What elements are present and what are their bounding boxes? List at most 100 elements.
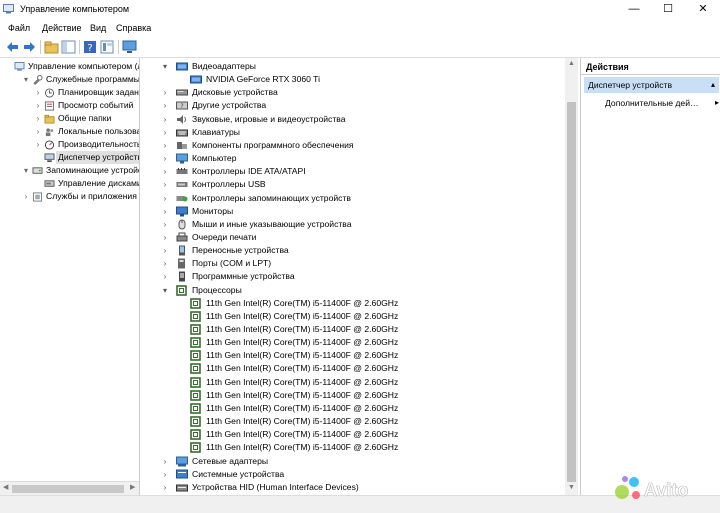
expand-arrow-icon[interactable]: ›	[160, 152, 170, 165]
maximize-button[interactable]: ☐	[651, 0, 685, 19]
scroll-down-arrow-icon[interactable]: ▼	[568, 484, 575, 491]
collapse-arrow-icon[interactable]: ▾	[160, 60, 170, 73]
device-category-row[interactable]: ›? Другие устройства	[160, 99, 550, 112]
device-category-row[interactable]: › Контроллеры IDE ATA/ATAPI	[160, 165, 550, 178]
expand-arrow-icon[interactable]: ›	[160, 468, 170, 481]
expand-arrow-icon[interactable]: ›	[160, 86, 170, 99]
expand-arrow-icon[interactable]: ›	[22, 190, 30, 203]
device-row[interactable]: 11th Gen Intel(R) Core(TM) i5-11400F @ 2…	[174, 297, 564, 310]
expand-arrow-icon[interactable]: ›	[160, 244, 170, 257]
expand-arrow-icon[interactable]: ›	[160, 481, 170, 494]
monitor-icon[interactable]	[122, 40, 137, 54]
collapse-arrow-icon[interactable]: ▾	[160, 284, 170, 297]
device-category-row[interactable]: › Очереди печати	[160, 231, 550, 244]
device-category-row[interactable]: › Устройства HID (Human Interface Devices…	[160, 481, 550, 494]
device-row[interactable]: 11th Gen Intel(R) Core(TM) i5-11400F @ 2…	[174, 402, 564, 415]
expand-arrow-icon[interactable]: ›	[160, 126, 170, 139]
menu-help[interactable]: Справка	[116, 23, 151, 33]
expand-arrow-icon[interactable]: ›	[160, 231, 170, 244]
menu-file[interactable]: Файл	[8, 23, 30, 33]
device-row[interactable]: 11th Gen Intel(R) Core(TM) i5-11400F @ 2…	[174, 441, 564, 454]
device-row[interactable]: 11th Gen Intel(R) Core(TM) i5-11400F @ 2…	[174, 349, 564, 362]
device-category-row[interactable]: ▾ Процессоры	[160, 284, 550, 297]
vertical-scrollbar[interactable]: ▲ ▼	[565, 58, 578, 495]
device-category-row[interactable]: ▾ Видеоадаптеры	[160, 60, 550, 73]
horizontal-scrollbar[interactable]: ◀ ▶	[0, 481, 139, 495]
device-row[interactable]: NVIDIA GeForce RTX 3060 Ti	[174, 73, 564, 86]
expand-arrow-icon[interactable]: ›	[160, 218, 170, 231]
device-category-row[interactable]: › Сетевые адаптеры	[160, 455, 550, 468]
device-row[interactable]: 11th Gen Intel(R) Core(TM) i5-11400F @ 2…	[174, 336, 564, 349]
help-icon[interactable]: ?	[83, 40, 98, 54]
nav-tree-item[interactable]: ▾ Служебные программы	[22, 73, 139, 86]
nav-tree-item[interactable]: Управление компьютером (л	[4, 60, 139, 73]
back-arrow-icon[interactable]	[5, 40, 20, 54]
device-category-row[interactable]: › Контроллеры запоминающих устройств	[160, 192, 550, 205]
nav-tree-item[interactable]: › Локальные пользовате	[34, 125, 139, 138]
nav-tree-item[interactable]: Диспетчер устройств	[34, 151, 139, 164]
menu-action[interactable]: Действие	[42, 23, 82, 33]
expand-arrow-icon[interactable]: ›	[160, 205, 170, 218]
up-folder-icon[interactable]	[44, 40, 59, 54]
expand-arrow-icon[interactable]: ›	[160, 99, 170, 112]
expand-arrow-icon[interactable]: ›	[34, 86, 42, 99]
nav-tree-item[interactable]: › Производительность	[34, 138, 139, 151]
forward-arrow-icon[interactable]	[22, 40, 37, 54]
expand-arrow-icon[interactable]: ›	[34, 138, 42, 151]
scroll-right-arrow-icon[interactable]: ▶	[130, 483, 135, 491]
display-adapter-icon	[190, 75, 202, 84]
device-category-row[interactable]: › Системные устройства	[160, 468, 550, 481]
show-tree-icon[interactable]	[61, 40, 76, 54]
collapse-arrow-icon[interactable]: ▾	[22, 73, 30, 86]
expand-arrow-icon[interactable]: ›	[160, 178, 170, 191]
expand-arrow-icon[interactable]: ›	[160, 270, 170, 283]
device-row[interactable]: 11th Gen Intel(R) Core(TM) i5-11400F @ 2…	[174, 415, 564, 428]
expand-arrow-icon[interactable]: ›	[34, 99, 42, 112]
device-category-row[interactable]: › Клавиатуры	[160, 126, 550, 139]
expand-arrow-icon[interactable]: ›	[160, 257, 170, 270]
device-category-row[interactable]: › Порты (COM и LPT)	[160, 257, 550, 270]
expand-arrow-icon[interactable]: ›	[34, 125, 42, 138]
device-row[interactable]: 11th Gen Intel(R) Core(TM) i5-11400F @ 2…	[174, 362, 564, 375]
device-category-row[interactable]: › Компьютер	[160, 152, 550, 165]
device-row[interactable]: 11th Gen Intel(R) Core(TM) i5-11400F @ 2…	[174, 323, 564, 336]
mouse-icon	[178, 219, 186, 230]
device-row[interactable]: 11th Gen Intel(R) Core(TM) i5-11400F @ 2…	[174, 376, 564, 389]
expand-arrow-icon[interactable]: ›	[160, 113, 170, 126]
actions-section-device-manager[interactable]: Диспетчер устройств ▴	[584, 77, 719, 93]
nav-tree-item[interactable]: › Общие папки	[34, 112, 139, 125]
device-category-row[interactable]: › Контроллеры USB	[160, 178, 550, 191]
device-category-row[interactable]: › Мониторы	[160, 205, 550, 218]
device-row[interactable]: 11th Gen Intel(R) Core(TM) i5-11400F @ 2…	[174, 428, 564, 441]
device-category-row[interactable]: › Мыши и иные указывающие устройства	[160, 218, 550, 231]
scroll-up-arrow-icon[interactable]: ▲	[568, 60, 575, 67]
nav-tree-item[interactable]: ▾ Запоминающие устройст	[22, 164, 139, 177]
scrollbar-thumb[interactable]	[567, 102, 576, 482]
collapse-arrow-icon[interactable]: ▴	[711, 77, 715, 93]
collapse-arrow-icon[interactable]: ▾	[22, 164, 30, 177]
device-category-row[interactable]: › Звуковые, игровые и видеоустройства	[160, 113, 550, 126]
properties-icon[interactable]	[100, 40, 115, 54]
device-category-row[interactable]: › Программные устройства	[160, 270, 550, 283]
expand-arrow-icon[interactable]: ›	[160, 165, 170, 178]
expand-arrow-icon[interactable]: ›	[160, 192, 170, 205]
device-category-row[interactable]: › Дисковые устройства	[160, 86, 550, 99]
nav-tree-item[interactable]: › Службы и приложения	[22, 190, 139, 203]
nav-tree-item[interactable]: › Планировщик заданий	[34, 86, 139, 99]
device-category-row[interactable]: › Компоненты программного обеспечения	[160, 139, 550, 152]
close-button[interactable]: ✕	[686, 0, 720, 19]
menu-view[interactable]: Вид	[90, 23, 106, 33]
device-category-row[interactable]: › Переносные устройства	[160, 244, 550, 257]
expand-arrow-icon[interactable]: ›	[160, 455, 170, 468]
nav-tree-item[interactable]: › Просмотр событий	[34, 99, 139, 112]
device-row[interactable]: 11th Gen Intel(R) Core(TM) i5-11400F @ 2…	[174, 310, 564, 323]
scrollbar-thumb[interactable]	[12, 485, 124, 493]
expand-arrow-icon[interactable]: ›	[34, 112, 42, 125]
nav-tree-item[interactable]: Управление дисками	[34, 177, 139, 190]
minimize-button[interactable]: —	[617, 0, 651, 19]
computer-management-icon	[3, 4, 14, 14]
device-row[interactable]: 11th Gen Intel(R) Core(TM) i5-11400F @ 2…	[174, 389, 564, 402]
more-actions-item[interactable]: Дополнительные дей… ▸	[605, 96, 719, 110]
scroll-left-arrow-icon[interactable]: ◀	[3, 483, 8, 491]
expand-arrow-icon[interactable]: ›	[160, 139, 170, 152]
